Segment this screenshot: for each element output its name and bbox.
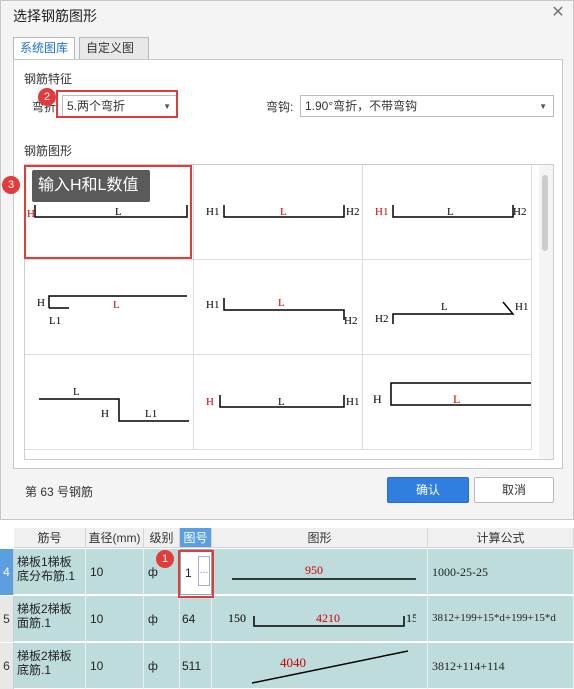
svg-text:150: 150 [228, 611, 246, 625]
cell-fig[interactable]: 64 [180, 596, 212, 642]
hint-tooltip: 输入H和L数值 [32, 170, 150, 202]
cell-name[interactable]: 梯板2梯板底筋.1 [14, 643, 86, 689]
svg-text:H2: H2 [375, 313, 388, 325]
col-header-shape: 图形 [212, 528, 428, 548]
shape-cell-3[interactable]: H1 L H2 [363, 165, 532, 260]
table-row[interactable]: 5 梯板2梯板面筋.1 10 ф 64 150 4210 150 3812+19… [0, 596, 574, 642]
hook-label: 弯钩: [266, 100, 294, 114]
col-header-bar-num: 筋号 [14, 528, 86, 548]
cell-shape: 4040 [212, 643, 428, 689]
svg-text:H1: H1 [206, 206, 219, 218]
svg-text:H2: H2 [344, 315, 357, 327]
step-badge-3: 3 [2, 176, 20, 194]
cell-name[interactable]: 梯板1梯板底分布筋.1 [14, 549, 86, 595]
step-badge-2: 2 [38, 88, 56, 106]
svg-text:H1: H1 [375, 206, 388, 218]
table-row[interactable]: 6 梯板2梯板底筋.1 10 ф 511 4040 3812+114+114 [0, 643, 574, 689]
svg-text:L: L [278, 396, 285, 408]
tab-system-library[interactable]: 系统图库 [13, 37, 75, 60]
svg-text:L1: L1 [49, 315, 61, 327]
cell-shape: 950 [212, 549, 428, 595]
confirm-button[interactable]: 确认 [387, 477, 469, 503]
step-badge-1: 1 [156, 550, 174, 568]
svg-text:L1: L1 [145, 408, 157, 420]
svg-text:H2: H2 [513, 206, 526, 218]
cell-grade[interactable]: ф [144, 643, 180, 689]
svg-text:4040: 4040 [280, 655, 306, 670]
cell-diameter[interactable]: 10 [86, 596, 144, 642]
svg-text:150: 150 [406, 611, 416, 625]
scrollbar-thumb[interactable] [542, 175, 548, 251]
svg-text:H1: H1 [515, 301, 528, 313]
cell-diameter[interactable]: 10 [86, 549, 144, 595]
col-header-diameter: 直径(mm) [86, 528, 144, 548]
rebar-count-text: 第 63 号钢筋 [25, 485, 94, 499]
col-header-formula: 计算公式 [428, 528, 574, 548]
cell-formula[interactable]: 3812+114+114 [428, 643, 574, 689]
library-panel: 钢筋特征 弯折: 5.两个弯折 ▼ 弯钩: 1.90°弯折，不带弯钩 ▼ 钢筋图… [13, 59, 563, 469]
svg-text:L: L [441, 301, 448, 313]
hook-select-value: 1.90°弯折，不带弯钩 [305, 99, 418, 113]
shape-cell-9[interactable]: H L [363, 355, 532, 450]
cancel-button[interactable]: 取消 [474, 477, 554, 503]
cell-formula[interactable]: 3812+199+15*d+199+15*d [428, 596, 574, 642]
shape-cell-2[interactable]: H1 L H2 [194, 165, 363, 260]
shape-section-label: 钢筋图形 [24, 144, 73, 158]
dialog-title: 选择钢筋图形 [13, 8, 97, 24]
chevron-down-icon: ▼ [539, 102, 547, 111]
close-icon[interactable]: ✕ [549, 4, 567, 22]
cell-grade[interactable]: ф [144, 596, 180, 642]
table-row[interactable]: 4 梯板1梯板底分布筋.1 10 ф 1 ··· 950 1000-25-25 [0, 549, 574, 595]
svg-text:L: L [73, 386, 80, 398]
svg-text:L: L [447, 206, 454, 218]
svg-text:L: L [453, 392, 460, 406]
shape-cell-7[interactable]: L H L1 [25, 355, 194, 450]
select-rebar-shape-dialog: 选择钢筋图形 ✕ 系统图库 自定义图库 钢筋特征 弯折: 5.两个弯折 ▼ 弯钩… [0, 0, 574, 520]
svg-text:L: L [280, 206, 287, 218]
svg-text:L: L [278, 297, 285, 309]
svg-text:H2: H2 [346, 206, 359, 218]
cell-diameter[interactable]: 10 [86, 643, 144, 689]
title-bar: 选择钢筋图形 ✕ [1, 1, 573, 29]
col-header-grade: 级别 [144, 528, 180, 548]
svg-text:H: H [37, 297, 45, 309]
cell-shape: 150 4210 150 [212, 596, 428, 642]
row-number: 4 [0, 549, 14, 595]
svg-text:H: H [101, 408, 109, 420]
tab-custom-library[interactable]: 自定义图库 [79, 37, 149, 75]
hook-select[interactable]: 1.90°弯折，不带弯钩 ▼ [300, 95, 554, 117]
cell-name[interactable]: 梯板2梯板面筋.1 [14, 596, 86, 642]
row-number: 6 [0, 643, 14, 689]
svg-text:H1: H1 [206, 299, 219, 311]
row-number: 5 [0, 596, 14, 642]
svg-text:H: H [206, 396, 214, 408]
svg-text:L: L [113, 299, 120, 311]
cell-fig[interactable]: 511 [180, 643, 212, 689]
svg-text:H: H [373, 392, 382, 406]
shape-cell-5[interactable]: H1 L H2 [194, 260, 363, 355]
shape-cell-6[interactable]: L H2 H1 [363, 260, 532, 355]
shape-cell-4[interactable]: H L L1 [25, 260, 194, 355]
col-header-fig: 图号 [180, 528, 212, 548]
shape-cell-8[interactable]: H L H1 [194, 355, 363, 450]
cell-formula[interactable]: 1000-25-25 [428, 549, 574, 595]
svg-text:H1: H1 [346, 396, 359, 408]
rebar-table: 筋号 直径(mm) 级别 图号 图形 计算公式 4 梯板1梯板底分布筋.1 10… [0, 528, 574, 689]
highlight-bend-select [56, 90, 178, 118]
svg-text:4210: 4210 [316, 611, 340, 625]
highlight-fig-cell [178, 550, 214, 598]
feature-section-label: 钢筋特征 [24, 72, 73, 86]
svg-text:950: 950 [305, 563, 323, 577]
